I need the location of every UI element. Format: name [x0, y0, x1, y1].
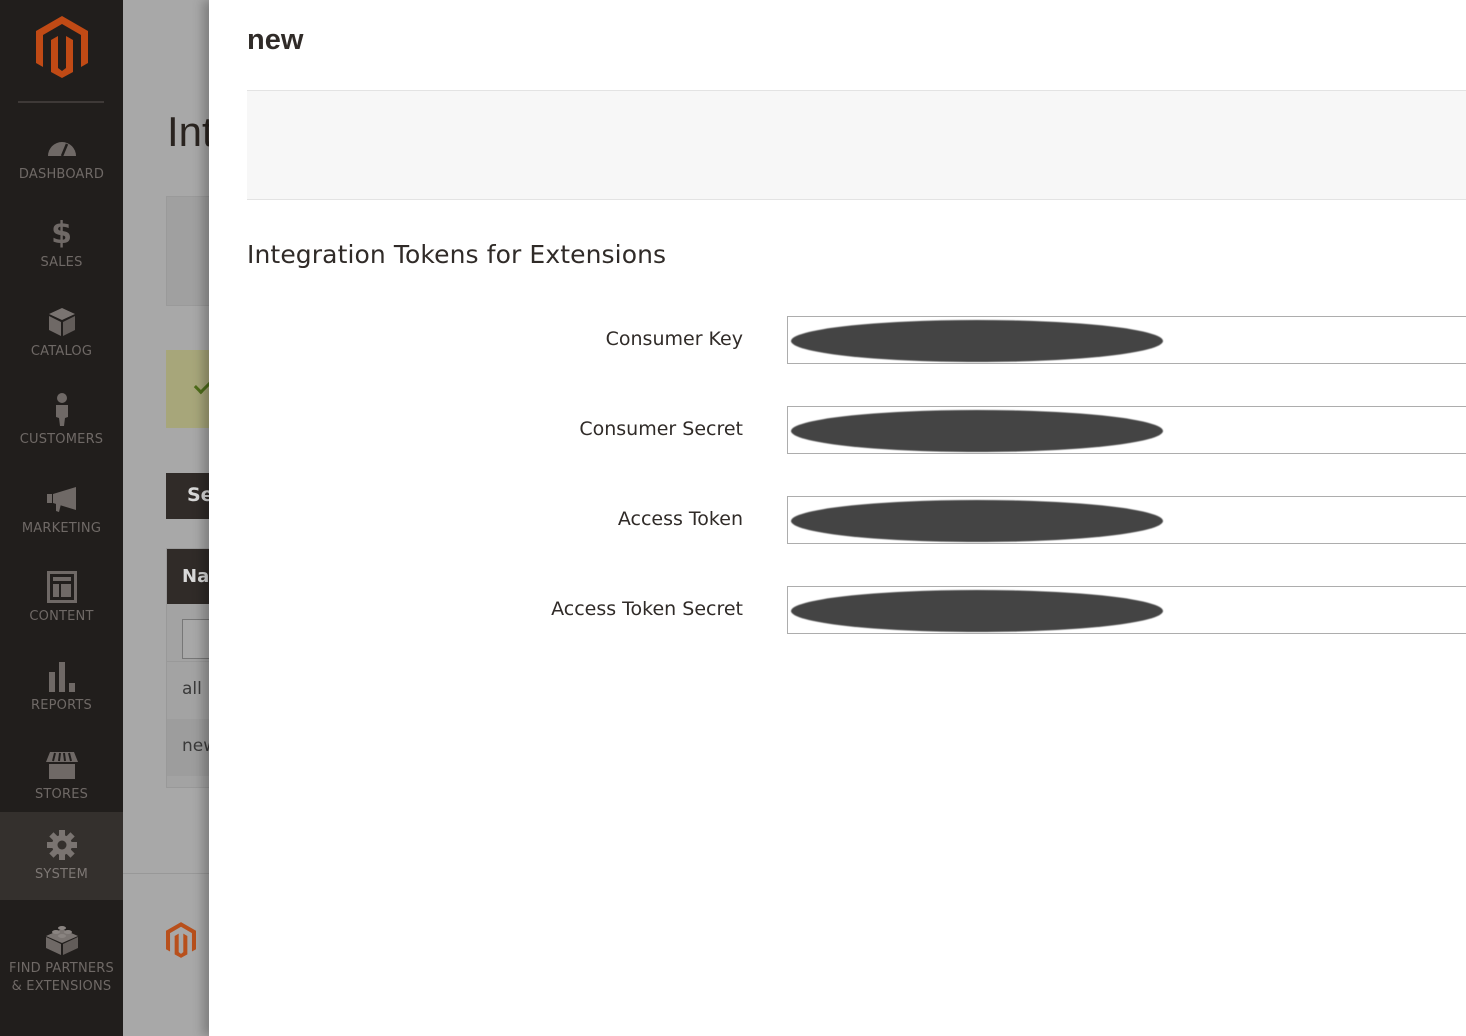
section-title: Integration Tokens for Extensions: [247, 240, 667, 269]
lego-brick-icon: [45, 922, 79, 956]
sidebar-item-system[interactable]: SYSTEM: [0, 812, 123, 900]
dashboard-gauge-icon: [45, 128, 79, 162]
sidebar-item-catalog[interactable]: CATALOG: [0, 295, 123, 383]
consumer-secret-field[interactable]: [787, 406, 1466, 454]
sidebar-item-customers[interactable]: CUSTOMERS: [0, 383, 123, 471]
bar-chart-icon: [45, 659, 79, 693]
box-icon: [45, 305, 79, 339]
modal-actions-bar: [247, 90, 1466, 200]
access-token-secret-row: Access Token Secret: [209, 586, 1466, 634]
redacted-value: [791, 500, 1163, 542]
access-token-field[interactable]: [787, 496, 1466, 544]
sidebar-item-marketing[interactable]: MARKETING: [0, 472, 123, 560]
sidebar-item-content[interactable]: CONTENT: [0, 560, 123, 648]
sidebar-item-reports[interactable]: REPORTS: [0, 649, 123, 737]
redacted-value: [791, 410, 1163, 452]
consumer-key-field[interactable]: [787, 316, 1466, 364]
logo-divider: [18, 101, 104, 103]
storefront-icon: [45, 748, 79, 782]
consumer-key-label: Consumer Key: [605, 328, 743, 350]
modal-title: new: [247, 24, 304, 56]
magento-logo-icon: [35, 16, 88, 78]
access-token-secret-field[interactable]: [787, 586, 1466, 634]
consumer-secret-row: Consumer Secret: [209, 406, 1466, 454]
background-page-title: Int: [167, 108, 214, 155]
footer-magento-logo-icon: [166, 922, 196, 962]
layout-icon: [45, 570, 79, 604]
redacted-value: [791, 590, 1163, 632]
consumer-secret-label: Consumer Secret: [579, 418, 743, 440]
gear-icon: [45, 828, 79, 862]
access-token-row: Access Token: [209, 496, 1466, 544]
integration-tokens-modal: new Integration Tokens for Extensions Co…: [209, 0, 1466, 1036]
sidebar-item-dashboard[interactable]: DASHBOARD: [0, 118, 123, 206]
find-partners-label-line1: FIND PARTNERS: [9, 961, 114, 976]
access-token-secret-label: Access Token Secret: [551, 598, 743, 620]
access-token-label: Access Token: [617, 508, 743, 530]
dollar-icon: $: [51, 215, 72, 251]
person-icon: [45, 393, 79, 427]
admin-sidebar: DASHBOARD $ SALES CATALOG CUSTOMERS MARK…: [0, 0, 123, 1036]
find-partners-label-line2: & EXTENSIONS: [11, 979, 112, 994]
megaphone-icon: [45, 482, 79, 516]
redacted-value: [791, 320, 1163, 362]
sidebar-item-sales[interactable]: $ SALES: [0, 206, 123, 294]
magento-logo[interactable]: [0, 16, 123, 80]
consumer-key-row: Consumer Key: [209, 316, 1466, 364]
sidebar-item-find-partners[interactable]: FIND PARTNERS & EXTENSIONS: [0, 912, 123, 1022]
